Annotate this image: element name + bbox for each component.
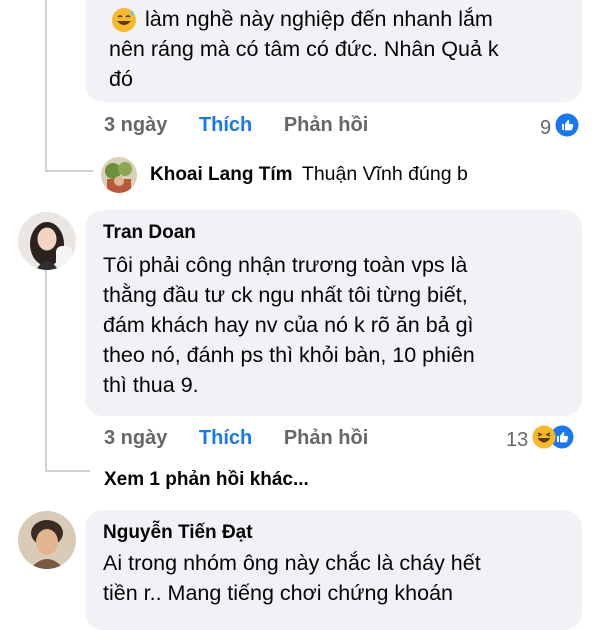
like-button[interactable]: Thích bbox=[199, 427, 252, 449]
reply-button[interactable]: Phản hồi bbox=[284, 427, 368, 449]
comment-bubble: Nguyễn Tiến Đạt Ai trong nhóm ông này ch… bbox=[85, 510, 582, 630]
comment-actions: 3 ngày Thích Phản hồi bbox=[104, 427, 368, 450]
haha-icon bbox=[532, 425, 556, 455]
more-replies-link[interactable]: Xem 1 phản hồi khác... bbox=[104, 469, 309, 491]
reply-text: Thuận Vĩnh đúng b bbox=[301, 163, 468, 185]
comment-author[interactable]: Nguyễn Tiến Đạt bbox=[103, 522, 564, 544]
thread-line-reply bbox=[45, 270, 47, 470]
reply-avatar[interactable] bbox=[101, 157, 137, 193]
emoji-sweat-smile-icon bbox=[111, 7, 137, 38]
thread-line-curve bbox=[45, 118, 47, 170]
reaction-summary[interactable]: 13 bbox=[506, 425, 574, 455]
reaction-summary[interactable]: 9 bbox=[540, 113, 579, 143]
comment-bubble: làm nghề này nghiệp đến nhanh lắm nên rá… bbox=[85, 0, 582, 102]
comment-text: Tôi phải công nhận trương toàn vps là th… bbox=[103, 253, 475, 397]
avatar[interactable] bbox=[18, 212, 76, 270]
reply-button[interactable]: Phản hồi bbox=[284, 114, 368, 136]
reaction-count: 13 bbox=[506, 428, 529, 451]
comment-time[interactable]: 3 ngày bbox=[104, 427, 167, 449]
comment-text: Ai trong nhóm ông này chắc là cháy hết t… bbox=[103, 551, 481, 605]
thread-line-branch-2 bbox=[45, 470, 90, 472]
reply-preview[interactable]: Khoai Lang Tím Thuận Vĩnh đúng b bbox=[150, 163, 468, 186]
comment-actions: 3 ngày Thích Phản hồi bbox=[104, 114, 368, 137]
comment-author[interactable]: Tran Doan bbox=[103, 222, 564, 244]
like-button[interactable]: Thích bbox=[199, 114, 252, 136]
like-icon bbox=[555, 113, 579, 143]
reaction-count: 9 bbox=[540, 116, 552, 139]
avatar[interactable] bbox=[18, 511, 76, 569]
thread-line-top bbox=[45, 0, 47, 120]
comment-time[interactable]: 3 ngày bbox=[104, 114, 167, 136]
reply-author[interactable]: Khoai Lang Tím bbox=[150, 164, 293, 185]
comment-text: làm nghề này nghiệp đến nhanh lắm nên rá… bbox=[109, 7, 499, 91]
thread-line-branch bbox=[45, 170, 93, 172]
comment-bubble: Tran Doan Tôi phải công nhận trương toàn… bbox=[85, 210, 582, 416]
